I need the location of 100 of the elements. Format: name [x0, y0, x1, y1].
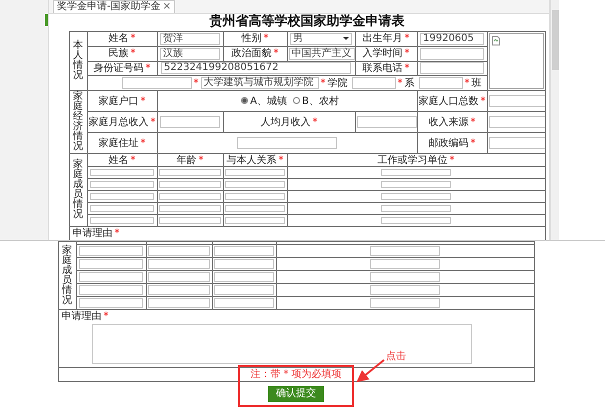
- field-label: 学院: [328, 78, 348, 89]
- input-field[interactable]: [159, 192, 221, 200]
- input-field[interactable]: [488, 116, 544, 128]
- input-field[interactable]: [90, 216, 154, 224]
- input-field[interactable]: [381, 180, 451, 188]
- field-label: 政治面貌 *: [232, 48, 278, 60]
- input-field[interactable]: [381, 216, 451, 224]
- input-field[interactable]: [122, 77, 192, 90]
- section-label: 家庭成员情况: [62, 246, 72, 306]
- field-label: 家庭住址 *: [98, 138, 146, 148]
- input-field[interactable]: [225, 180, 285, 188]
- required-mark: *: [194, 78, 198, 89]
- input-field[interactable]: [381, 168, 451, 176]
- input-field[interactable]: [90, 204, 154, 212]
- input-field[interactable]: [214, 246, 274, 256]
- section-label: 家庭经济情况: [73, 92, 83, 152]
- field-label: 收入来源 *: [428, 116, 476, 128]
- input-field[interactable]: [148, 246, 210, 256]
- input-field[interactable]: [214, 258, 274, 269]
- form-title: 贵州省高等学校国家助学金申请表: [210, 14, 404, 30]
- input-field[interactable]: [420, 62, 484, 74]
- required-mark: *: [398, 78, 402, 89]
- field-label: 性别 *: [242, 33, 268, 44]
- input-field[interactable]: [159, 204, 221, 212]
- input-field[interactable]: [381, 204, 451, 212]
- field-label: 姓名 *: [108, 33, 136, 44]
- field-label: 人均月收入 *: [260, 116, 318, 128]
- input-field[interactable]: [148, 298, 210, 308]
- radio-label: B、农村: [302, 96, 339, 106]
- field-label: 申请理由 *: [72, 228, 120, 239]
- reason-textarea[interactable]: [92, 324, 472, 364]
- field-label: 工作或学习单位 *: [378, 154, 454, 166]
- input-field[interactable]: [90, 180, 154, 188]
- input-field[interactable]: [370, 258, 440, 269]
- input-field[interactable]: 贺洋: [160, 32, 220, 45]
- input-field[interactable]: [159, 216, 221, 224]
- field-label: 身份证号码 *: [94, 62, 150, 74]
- input-field[interactable]: [160, 116, 220, 128]
- scrollbar[interactable]: [550, 0, 559, 240]
- section-label: 家庭成员情况: [73, 160, 83, 220]
- field-label: 民族 *: [108, 48, 136, 60]
- field-label: 家庭人口总数 *: [418, 96, 486, 106]
- input-field[interactable]: [159, 168, 221, 176]
- input-field[interactable]: [148, 284, 210, 295]
- input-field[interactable]: [79, 272, 143, 282]
- page-tab[interactable]: 奖学金申请-国家助学金 ×: [53, 0, 175, 13]
- input-field[interactable]: [370, 298, 440, 308]
- input-field[interactable]: 大学建筑与城市规划学院: [200, 77, 318, 90]
- input-field[interactable]: [148, 272, 210, 282]
- input-field[interactable]: [418, 77, 462, 90]
- input-field[interactable]: [90, 192, 154, 200]
- required-note: 注：带 * 项为必填项: [250, 369, 342, 380]
- field-label: 邮政编码 *: [428, 138, 476, 148]
- input-field[interactable]: [381, 192, 451, 200]
- input-field[interactable]: [225, 216, 285, 224]
- field-label: 申请理由 *: [62, 311, 108, 322]
- field-label: 系: [404, 78, 414, 89]
- input-field[interactable]: [488, 137, 544, 149]
- field-label: 出生年月 *: [362, 33, 410, 44]
- input-field[interactable]: 汉族: [160, 48, 220, 60]
- close-icon[interactable]: ×: [162, 1, 171, 13]
- input-field[interactable]: [90, 168, 154, 176]
- input-field[interactable]: [79, 284, 143, 295]
- input-field[interactable]: [370, 272, 440, 282]
- input-field[interactable]: [356, 116, 416, 128]
- radio-label: A、城镇: [250, 96, 287, 106]
- field-label: 家庭户口 *: [98, 96, 146, 106]
- annotation-text: 点击: [386, 351, 406, 363]
- field-label: 联系电话 *: [362, 62, 410, 74]
- input-field[interactable]: [237, 137, 337, 149]
- input-field[interactable]: [420, 48, 484, 60]
- input-field[interactable]: [225, 204, 285, 212]
- input-field[interactable]: 19920605: [420, 32, 484, 45]
- field-label: 班: [472, 78, 482, 89]
- input-field[interactable]: [79, 246, 143, 256]
- input-field[interactable]: 522324199208051672: [161, 62, 351, 74]
- field-label: 年龄 *: [176, 154, 204, 166]
- broken-image-icon: [492, 36, 500, 46]
- input-field[interactable]: [352, 77, 396, 90]
- input-field[interactable]: [225, 192, 285, 200]
- input-field[interactable]: 中国共产主义: [288, 48, 354, 60]
- section-label: 本人情况: [73, 41, 83, 81]
- input-field[interactable]: [488, 95, 544, 107]
- submit-button[interactable]: 确认提交: [268, 386, 324, 402]
- input-field[interactable]: [370, 246, 440, 256]
- input-field[interactable]: [370, 284, 440, 295]
- field-label: 姓名 *: [108, 154, 136, 166]
- input-field[interactable]: [79, 298, 143, 308]
- input-field[interactable]: [159, 180, 221, 188]
- input-field[interactable]: [79, 258, 143, 269]
- input-field[interactable]: [148, 258, 210, 269]
- gender-select[interactable]: 男: [290, 32, 352, 45]
- radio-button[interactable]: [292, 97, 300, 104]
- input-field[interactable]: [214, 284, 274, 295]
- input-field[interactable]: [214, 298, 274, 308]
- input-field[interactable]: [214, 272, 274, 282]
- input-field[interactable]: [225, 168, 285, 176]
- field-label: 入学时间 *: [362, 48, 410, 60]
- required-mark: *: [464, 78, 470, 89]
- radio-button[interactable]: [241, 97, 248, 104]
